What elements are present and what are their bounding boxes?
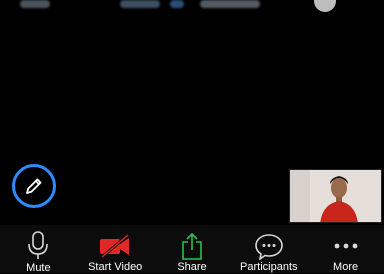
video-off-icon <box>100 233 130 258</box>
start-video-label: Start Video <box>88 261 143 273</box>
chat-bubble-icon <box>254 233 283 260</box>
share-icon <box>182 232 202 260</box>
blurred-status-strip <box>0 0 384 12</box>
more-button[interactable]: More <box>307 225 384 273</box>
participant-video-image <box>290 170 381 222</box>
self-video-thumbnail[interactable] <box>289 169 382 223</box>
meeting-toolbar: Mute Start Video Share Participants More <box>0 225 384 274</box>
more-label: More <box>333 261 359 273</box>
microphone-icon <box>28 231 49 259</box>
share-label: Share <box>177 261 207 273</box>
participants-button[interactable]: Participants <box>230 225 307 273</box>
mute-label: Mute <box>26 262 51 274</box>
pencil-icon <box>26 178 42 194</box>
participants-label: Participants <box>240 261 298 273</box>
share-button[interactable]: Share <box>154 225 231 273</box>
start-video-button[interactable]: Start Video <box>77 225 154 273</box>
more-icon <box>334 243 357 248</box>
mute-button[interactable]: Mute <box>0 225 77 274</box>
annotate-button[interactable] <box>12 164 56 208</box>
